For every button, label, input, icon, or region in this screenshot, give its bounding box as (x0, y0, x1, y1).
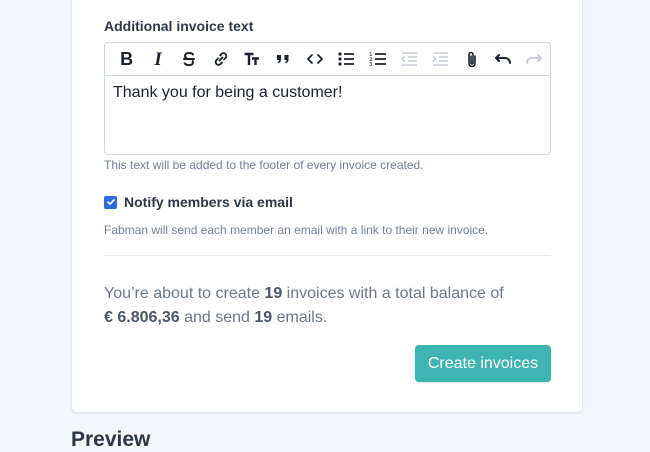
link-icon[interactable] (205, 44, 236, 74)
numbered-list-icon[interactable]: 123 (362, 44, 393, 74)
notify-help-text: Fabman will send each member an email wi… (104, 223, 489, 237)
outdent-icon[interactable] (393, 44, 424, 74)
additional-text-label: Additional invoice text (104, 18, 254, 34)
email-count: 19 (254, 309, 273, 326)
indent-icon[interactable] (425, 44, 456, 74)
divider (104, 255, 551, 256)
bullet-list-icon[interactable] (331, 44, 362, 74)
preview-heading: Preview (71, 428, 151, 451)
heading-icon[interactable] (236, 44, 267, 74)
notify-checkbox[interactable] (104, 195, 117, 209)
notify-label[interactable]: Notify members via email (124, 194, 293, 210)
bold-icon[interactable]: B (111, 44, 142, 74)
redo-icon[interactable] (519, 44, 550, 74)
summary-text: You’re about to create 19 invoices with … (104, 282, 544, 330)
editor-help-text: This text will be added to the footer of… (104, 158, 424, 172)
quote-icon[interactable] (268, 44, 299, 74)
checkmark-icon (106, 199, 115, 205)
undo-icon[interactable] (487, 44, 518, 74)
summary-suffix: emails. (272, 309, 328, 326)
summary-and-send: and send (179, 309, 255, 326)
notify-checkbox-row[interactable]: Notify members via email (104, 194, 293, 210)
strikethrough-icon[interactable] (174, 44, 205, 74)
svg-text:3: 3 (369, 62, 373, 68)
create-invoices-button[interactable]: Create invoices (415, 345, 551, 382)
editor-toolbar: B I 123 (105, 43, 550, 76)
italic-icon[interactable]: I (142, 44, 173, 74)
summary-prefix: You’re about to create (104, 285, 265, 302)
rich-text-editor: B I 123 Thank you for being a customer! (104, 42, 551, 155)
summary-middle: invoices with a total balance of (282, 285, 504, 302)
attachment-icon[interactable] (456, 44, 487, 74)
total-balance: € 6.806,36 (104, 309, 180, 326)
invoice-count: 19 (264, 285, 283, 302)
editor-text-area[interactable]: Thank you for being a customer! (105, 76, 550, 110)
code-icon[interactable] (299, 44, 330, 74)
